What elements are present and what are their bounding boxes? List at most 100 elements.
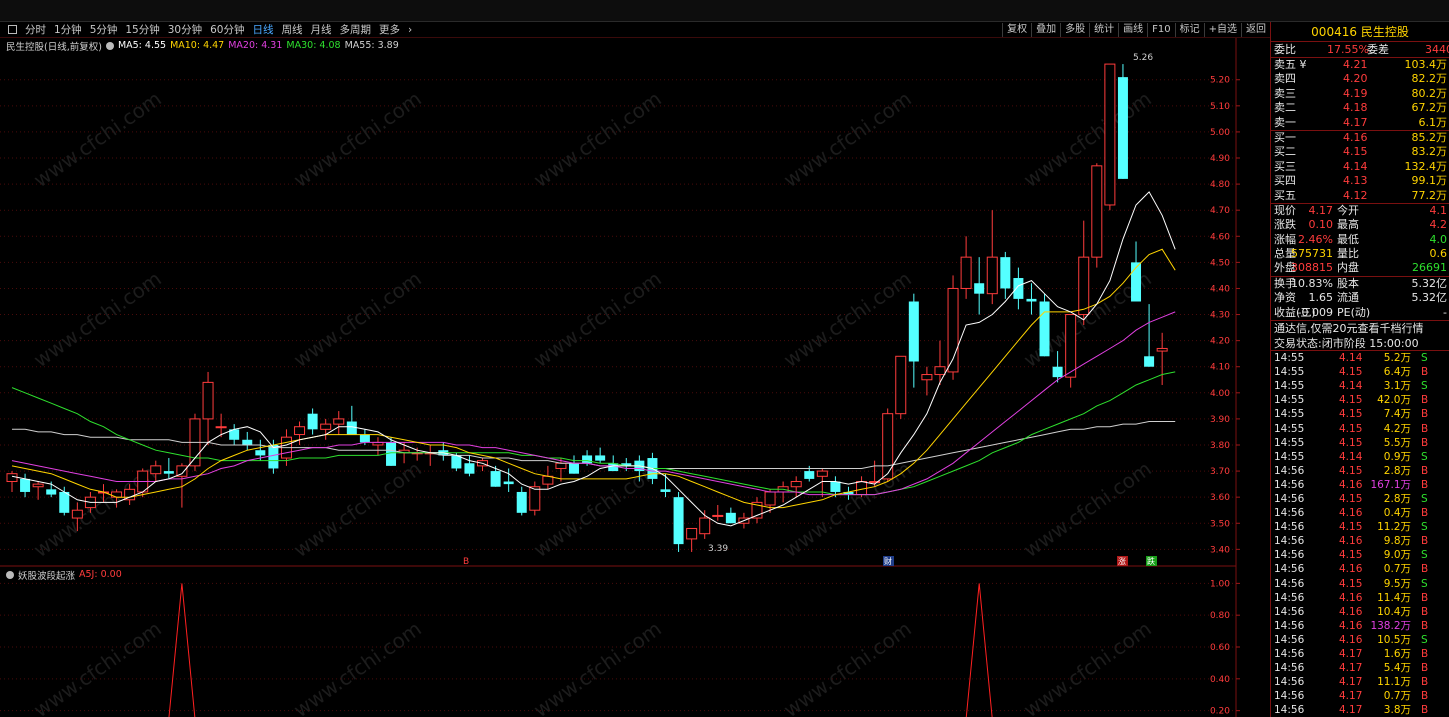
watermark-text: www.cfchi.com <box>529 456 666 562</box>
watermark-text: www.cfchi.com <box>289 266 426 372</box>
tick-row: 14:56 4.15 2.8万 S <box>1271 492 1449 506</box>
tick-time: 14:56 <box>1274 549 1305 562</box>
watermark-text: www.cfchi.com <box>289 86 426 192</box>
candle-body-down <box>673 497 684 545</box>
watermark-text: www.cfchi.com <box>29 86 166 192</box>
tool-button-5[interactable]: F10 <box>1147 23 1174 37</box>
candle-body-down <box>242 439 253 445</box>
watermark-text: www.cfchi.com <box>779 266 916 372</box>
period-tab-10[interactable]: 更多 <box>375 22 404 38</box>
candle-body-down <box>660 489 671 492</box>
sell-level-label: 卖二 <box>1274 101 1296 115</box>
upgrade-notice[interactable]: 通达信,仅需20元查看千档行情 <box>1271 321 1449 336</box>
buy-row: 买五 4.12 77.2万 <box>1271 189 1449 203</box>
watermark-text: www.cfchi.com <box>1019 616 1156 717</box>
tool-button-0[interactable]: 复权 <box>1002 23 1031 37</box>
tick-list[interactable]: 14:55 4.14 5.2万 S 14:55 4.15 6.4万 B 14:55 4.14 3.1… <box>1271 351 1449 717</box>
tick-row: 14:55 4.15 6.4万 B <box>1271 365 1449 379</box>
weicha-value: 3440 <box>1425 43 1449 56</box>
tick-row: 14:56 4.16 0.7万 B <box>1271 562 1449 576</box>
tick-price: 4.15 <box>1339 577 1363 590</box>
tick-row: 14:55 4.15 4.2万 B <box>1271 422 1449 436</box>
candle-body-up <box>856 481 868 496</box>
period-tab-5[interactable]: 60分钟 <box>206 22 248 38</box>
period-tab-3[interactable]: 15分钟 <box>121 22 163 38</box>
tick-volume: 11.4万 <box>1377 591 1411 604</box>
tick-price: 4.15 <box>1339 521 1363 534</box>
candle-body-down <box>359 434 370 443</box>
tick-side: B <box>1421 591 1429 604</box>
tick-time: 14:56 <box>1274 619 1305 632</box>
buy-volume: 85.2万 <box>1411 130 1448 144</box>
buy-volume: 99.1万 <box>1411 174 1448 188</box>
y-tick-label: 4.00 <box>1210 389 1230 399</box>
period-tab-6[interactable]: 日线 <box>249 22 278 38</box>
candle-body-up <box>921 374 933 381</box>
tick-side: S <box>1421 450 1428 463</box>
watermark-text: www.cfchi.com <box>1019 456 1156 562</box>
tick-side: B <box>1421 408 1429 421</box>
y-tick-label: 4.90 <box>1210 154 1230 164</box>
y-tick-label: 3.60 <box>1210 493 1230 503</box>
period-tab-2[interactable]: 5分钟 <box>86 22 122 38</box>
candle-body-up <box>202 381 214 420</box>
period-tab-1[interactable]: 1分钟 <box>50 22 86 38</box>
candle-body-up <box>699 517 711 535</box>
candle-body-up <box>986 256 998 295</box>
stat-value-2: 26691 <box>1412 261 1447 275</box>
tick-side: S <box>1421 521 1428 534</box>
chart-toolbar: 分时 1分钟 5分钟 15分钟 30分钟 60分钟 日线 周线 月线 多周期 更多 › 复权 叠加 多股统… <box>0 22 1270 38</box>
stat-row: 涨幅 2.46% 最低 4.0 <box>1271 233 1449 247</box>
buy-volume: 83.2万 <box>1411 145 1448 159</box>
tick-row: 14:56 4.17 3.8万 B <box>1271 703 1449 717</box>
period-tab-7[interactable]: 周线 <box>278 22 307 38</box>
stat-label-2: 今开 <box>1337 203 1359 217</box>
tick-row: 14:56 4.16 167.1万 B <box>1271 478 1449 492</box>
sell-row: 卖二 4.18 67.2万 <box>1271 101 1449 115</box>
tick-price: 4.16 <box>1339 563 1363 576</box>
period-tab-9[interactable]: 多周期 <box>336 22 376 38</box>
y-tick-label: 4.20 <box>1210 337 1230 347</box>
candle-body-down <box>255 450 266 456</box>
period-tab-8[interactable]: 月线 <box>307 22 336 38</box>
fund-row: 净资 1.65 流通 5.32亿 <box>1271 291 1449 305</box>
tool-button-4[interactable]: 画线 <box>1118 23 1147 37</box>
tool-button-7[interactable]: +自选 <box>1203 23 1241 37</box>
more-chevron-icon[interactable]: › <box>404 22 416 38</box>
candle-body-down <box>1052 366 1063 378</box>
tick-price: 4.15 <box>1339 408 1363 421</box>
tick-volume: 5.2万 <box>1383 352 1411 365</box>
tick-row: 14:55 4.14 0.9万 S <box>1271 450 1449 464</box>
stat-row: 涨跌 0.10 最高 4.2 <box>1271 218 1449 232</box>
window-toggle-icon[interactable] <box>8 25 17 34</box>
watermark-text: www.cfchi.com <box>289 616 426 717</box>
tick-price: 4.16 <box>1339 619 1363 632</box>
period-tab-0[interactable]: 分时 <box>21 22 50 38</box>
candle-body-down <box>490 471 501 487</box>
kline-chart[interactable]: www.cfchi.com www.cfchi.com www.cfchi.com w… <box>0 38 1270 717</box>
tool-button-2[interactable]: 多股 <box>1060 23 1089 37</box>
stat-row: 总量 575731 量比 0.6 <box>1271 247 1449 261</box>
tick-row: 14:56 4.16 9.8万 B <box>1271 534 1449 548</box>
watermark-text: www.cfchi.com <box>1019 86 1156 192</box>
candle-body-up <box>1156 347 1168 352</box>
fund-value: 10.83% <box>1291 276 1333 290</box>
fund-row: 收益(三) -0.009 PE(动) - <box>1271 306 1449 320</box>
tick-row: 14:56 4.15 9.0万 S <box>1271 548 1449 562</box>
tool-button-1[interactable]: 叠加 <box>1031 23 1060 37</box>
tick-side: B <box>1421 436 1429 449</box>
tick-volume: 42.0万 <box>1377 394 1411 407</box>
candle-body-down <box>386 442 397 466</box>
tick-time: 14:56 <box>1274 633 1305 646</box>
buy-level-label: 买一 <box>1274 130 1296 144</box>
tool-button-6[interactable]: 标记 <box>1174 23 1204 37</box>
tick-volume: 1.6万 <box>1383 648 1411 660</box>
tool-button-3[interactable]: 统计 <box>1089 23 1118 37</box>
tool-button-8[interactable]: 返回 <box>1241 23 1270 37</box>
sell-volume: 82.2万 <box>1411 72 1448 86</box>
sell-orders: 卖五 ¥ 4.21 103.4万 卖四 4.20 82.2万 卖三 4.19 80.2万 卖二 4.… <box>1271 58 1449 131</box>
trade-status-label: 交易状态: <box>1274 337 1322 351</box>
tick-row: 14:56 4.16 10.5万 S <box>1271 633 1449 647</box>
period-tab-4[interactable]: 30分钟 <box>164 22 206 38</box>
tick-time: 14:56 <box>1274 478 1305 491</box>
